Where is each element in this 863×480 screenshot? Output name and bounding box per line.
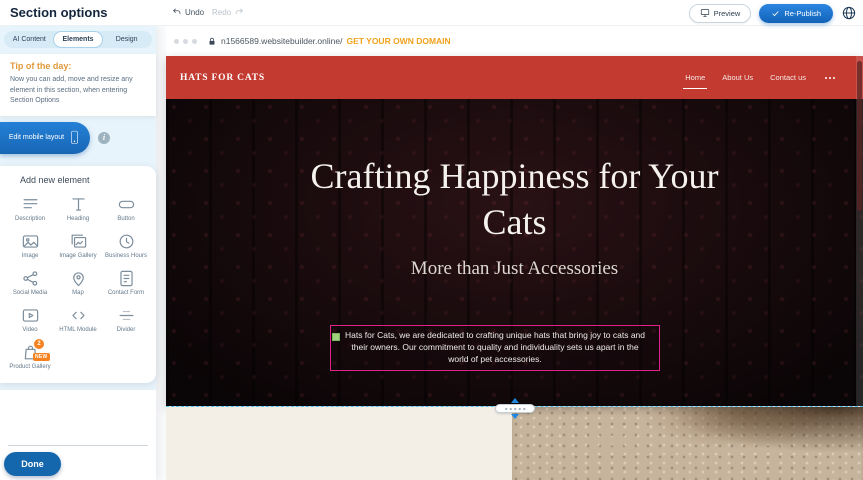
- redo-icon: [234, 7, 244, 17]
- nav-contact-us[interactable]: Contact us: [770, 73, 806, 82]
- element-resize-handle[interactable]: [332, 333, 340, 341]
- tab-elements[interactable]: Elements: [54, 32, 103, 47]
- undo-label: Undo: [185, 8, 204, 17]
- hero-section: Crafting Happiness for Your Cats More th…: [166, 99, 863, 406]
- element-html-module[interactable]: HTML Module: [54, 306, 102, 334]
- republish-label: Re-Publish: [784, 9, 821, 18]
- site-preview: n1566589.websitebuilder.online/ GET YOUR…: [166, 26, 863, 480]
- tab-ai-content[interactable]: AI Content: [5, 32, 54, 47]
- arrow-up-icon: [511, 398, 519, 403]
- browser-bar: n1566589.websitebuilder.online/ GET YOUR…: [166, 26, 863, 56]
- app-root: Section options Undo Redo Preview Re-Pub…: [0, 0, 863, 480]
- nav-more-icon[interactable]: [823, 75, 837, 81]
- mobile-phone-icon: [70, 130, 79, 145]
- element-video[interactable]: Video: [6, 306, 54, 334]
- done-button[interactable]: Done: [4, 452, 61, 476]
- sidebar-footer: Done: [0, 390, 156, 480]
- language-globe-icon[interactable]: [841, 5, 857, 21]
- element-image[interactable]: Image: [6, 232, 54, 260]
- site-url: n1566589.websitebuilder.online/: [221, 36, 342, 46]
- topbar-actions: Preview Re-Publish: [689, 3, 857, 23]
- contact-form-icon: [117, 269, 136, 288]
- element-button[interactable]: Button: [102, 195, 150, 223]
- browser-dot-icon: [183, 39, 188, 44]
- preview-scrollbar[interactable]: [856, 56, 863, 406]
- site-logo[interactable]: HATS FOR CATS: [180, 73, 265, 83]
- tab-design[interactable]: Design: [102, 32, 151, 47]
- lock-icon: [207, 36, 217, 47]
- add-element-panel: Add new element Description Heading Butt…: [0, 166, 156, 384]
- preview-button[interactable]: Preview: [689, 4, 752, 23]
- page-title: Section options: [10, 5, 108, 20]
- info-icon[interactable]: i: [98, 132, 110, 144]
- element-image-gallery[interactable]: Image Gallery: [54, 232, 102, 260]
- hero-heading[interactable]: Crafting Happiness for Your Cats: [285, 99, 745, 245]
- carpet-photo: [512, 407, 863, 480]
- tip-body: Now you can add, move and resize any ele…: [10, 75, 146, 107]
- site-header: HATS FOR CATS Home About Us Contact us: [166, 56, 863, 99]
- element-heading[interactable]: Heading: [54, 195, 102, 223]
- hero-subheading[interactable]: More than Just Accessories: [166, 258, 863, 280]
- map-pin-icon: [69, 269, 88, 288]
- topbar: Section options Undo Redo Preview Re-Pub…: [0, 0, 863, 26]
- tip-card: Tip of the day: Now you can add, move an…: [0, 54, 156, 116]
- element-description[interactable]: Description: [6, 195, 54, 223]
- browser-dot-icon: [174, 39, 179, 44]
- sidebar-divider: [8, 445, 148, 446]
- scrollbar-thumb[interactable]: [857, 61, 862, 211]
- section-end-line: [166, 406, 863, 407]
- monitor-icon: [700, 8, 710, 18]
- website-canvas: HATS FOR CATS Home About Us Contact us C…: [166, 56, 863, 406]
- site-nav: Home About Us Contact us: [685, 73, 837, 82]
- image-gallery-icon: [69, 232, 88, 251]
- button-icon: [117, 195, 136, 214]
- sidebar-tabs: AI Content Elements Design: [4, 31, 152, 48]
- element-divider[interactable]: Divider: [102, 306, 150, 334]
- business-hours-icon: [117, 232, 136, 251]
- edit-mobile-label: Edit mobile layout: [9, 134, 64, 141]
- divider-icon: [117, 306, 136, 325]
- element-social-media[interactable]: Social Media: [6, 269, 54, 297]
- get-domain-link[interactable]: GET YOUR OWN DOMAIN: [346, 36, 450, 46]
- edit-mobile-layout-button[interactable]: Edit mobile layout: [0, 122, 90, 154]
- edit-mobile-row: Edit mobile layout i: [0, 116, 156, 160]
- browser-dot-icon: [192, 39, 197, 44]
- undo-button[interactable]: Undo: [172, 7, 204, 17]
- nav-home[interactable]: Home: [685, 73, 705, 82]
- element-contact-form[interactable]: Contact Form: [102, 269, 150, 297]
- image-icon: [21, 232, 40, 251]
- element-grid: Description Heading Button Image Image G…: [6, 195, 150, 372]
- description-icon: [21, 195, 40, 214]
- nav-about-us[interactable]: About Us: [722, 73, 753, 82]
- heading-icon: [69, 195, 88, 214]
- html-module-icon: [69, 306, 88, 325]
- republish-button[interactable]: Re-Publish: [759, 4, 833, 23]
- redo-button[interactable]: Redo: [212, 7, 244, 17]
- new-count-badge: 2: [34, 339, 44, 349]
- preview-label: Preview: [714, 9, 741, 18]
- drag-pill[interactable]: [495, 404, 535, 413]
- element-product-gallery[interactable]: 2 NEW Product Gallery: [6, 343, 54, 371]
- video-icon: [21, 306, 40, 325]
- sidebar: AI Content Elements Design Tip of the da…: [0, 26, 156, 480]
- element-business-hours[interactable]: Business Hours: [102, 232, 150, 260]
- redo-label: Redo: [212, 8, 231, 17]
- check-icon: [771, 9, 780, 18]
- section-resize-handle[interactable]: [495, 398, 535, 419]
- social-media-icon: [21, 269, 40, 288]
- add-element-title: Add new element: [20, 175, 150, 185]
- undo-icon: [172, 7, 182, 17]
- element-map[interactable]: Map: [54, 269, 102, 297]
- tip-title: Tip of the day:: [10, 61, 146, 71]
- new-tag-badge: NEW: [33, 353, 50, 361]
- hero-paragraph[interactable]: Hats for Cats, we are dedicated to craft…: [330, 325, 660, 371]
- drag-dots-icon: [504, 407, 526, 411]
- arrow-down-icon: [511, 414, 519, 419]
